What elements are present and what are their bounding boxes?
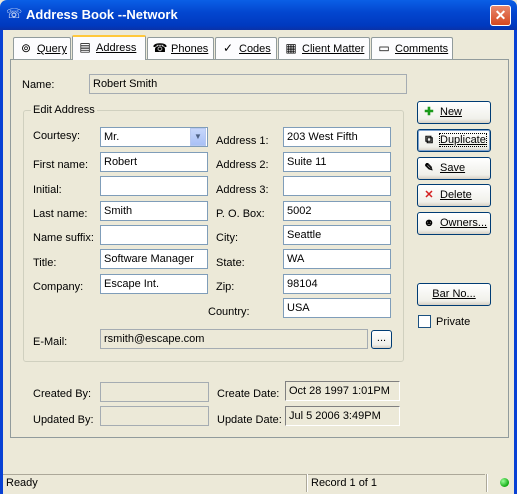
close-button[interactable]: ✕ — [490, 5, 511, 26]
window-title: Address Book --Network — [26, 7, 178, 22]
tab-client-matter[interactable]: ▦ Client Matter — [278, 37, 370, 59]
name-display: Robert Smith — [89, 74, 407, 94]
delete-button[interactable]: ✕ Delete — [417, 184, 491, 207]
tab-label: Query — [37, 43, 67, 55]
country-label: Country: — [208, 306, 250, 318]
owners-icon: ☻ — [423, 217, 435, 229]
city-label: City: — [216, 232, 238, 244]
name-label: Name: — [22, 79, 55, 91]
window-frame-left — [0, 30, 3, 494]
title-field[interactable]: Software Manager — [100, 249, 208, 269]
update-date-label: Update Date: — [217, 414, 282, 426]
country-field[interactable]: USA — [283, 298, 391, 318]
new-button[interactable]: ✚ New — [417, 101, 491, 124]
created-by-field — [100, 382, 209, 402]
address2-field[interactable]: Suite 11 — [283, 152, 391, 172]
updated-by-label: Updated By: — [33, 414, 94, 426]
address2-label: Address 2: — [216, 159, 269, 171]
tab-label: Comments — [395, 43, 449, 55]
owners-button-label: Owners... — [440, 217, 488, 229]
address1-label: Address 1: — [216, 135, 269, 147]
name-suffix-field[interactable] — [100, 225, 208, 245]
po-box-label: P. O. Box: — [216, 208, 265, 220]
tab-label: Address — [96, 42, 137, 54]
company-label: Company: — [33, 281, 84, 293]
checkmark-icon: ✓ — [222, 41, 234, 55]
duplicate-icon: ⧉ — [425, 134, 433, 146]
delete-x-icon: ✕ — [424, 189, 434, 201]
state-field[interactable]: WA — [283, 249, 391, 269]
initial-field[interactable] — [100, 176, 208, 196]
chevron-down-icon[interactable]: ▼ — [190, 128, 206, 146]
initial-label: Initial: — [33, 184, 62, 196]
address3-label: Address 3: — [216, 184, 269, 196]
new-button-label: New — [440, 106, 463, 118]
notepad-icon: ▭ — [378, 41, 390, 55]
status-divider — [486, 474, 488, 492]
bar-no-button[interactable]: Bar No... — [417, 283, 491, 306]
state-label: State: — [216, 257, 245, 269]
tab-label: Codes — [239, 43, 271, 55]
title-label: Title: — [33, 257, 57, 269]
email-label: E-Mail: — [33, 336, 68, 348]
create-date-label: Create Date: — [217, 388, 280, 400]
zip-label: Zip: — [216, 281, 235, 293]
bar-no-button-label: Bar No... — [432, 288, 476, 300]
last-name-field[interactable]: Smith — [100, 201, 208, 221]
owners-button[interactable]: ☻ Owners... — [417, 212, 491, 235]
status-record-count: Record 1 of 1 — [308, 474, 485, 492]
created-by-label: Created By: — [33, 388, 92, 400]
tab-address[interactable]: ▤ Address — [72, 35, 146, 60]
tab-label: Client Matter — [302, 43, 365, 55]
address3-field[interactable] — [283, 176, 391, 196]
address-card-icon: ▤ — [79, 40, 91, 54]
first-name-field[interactable]: Robert — [100, 152, 208, 172]
tab-comments[interactable]: ▭ Comments — [371, 37, 453, 59]
update-date-value: Jul 5 2006 3:49PM — [285, 406, 400, 426]
address1-field[interactable]: 203 West Fifth — [283, 127, 391, 147]
tab-codes[interactable]: ✓ Codes — [215, 37, 277, 59]
tab-query[interactable]: ⊚ Query — [13, 37, 71, 59]
first-name-label: First name: — [33, 159, 89, 171]
company-field[interactable]: Escape Int. — [100, 274, 208, 294]
status-text: Ready — [3, 474, 306, 492]
courtesy-label: Courtesy: — [33, 130, 81, 142]
duplicate-button[interactable]: ⧉ Duplicate — [417, 129, 491, 152]
last-name-label: Last name: — [33, 208, 88, 220]
private-label: Private — [436, 316, 471, 328]
save-button-label: Save — [440, 162, 466, 174]
binoculars-icon: ⊚ — [20, 41, 32, 55]
duplicate-button-label: Duplicate — [439, 133, 487, 147]
plus-icon: ✚ — [424, 106, 434, 118]
connection-status-icon — [500, 478, 509, 487]
name-suffix-label: Name suffix: — [33, 232, 94, 244]
courtesy-value: Mr. — [104, 131, 120, 143]
city-field[interactable]: Seattle — [283, 225, 391, 245]
file-cabinet-icon: ▦ — [285, 41, 297, 55]
updated-by-field — [100, 406, 209, 426]
delete-button-label: Delete — [440, 189, 472, 201]
telephone-icon: ☎ — [152, 41, 168, 55]
address-book-icon: ☏ — [6, 6, 23, 21]
tab-phones[interactable]: ☎ Phones — [147, 37, 214, 59]
private-checkbox[interactable] — [418, 315, 431, 328]
edit-address-legend: Edit Address — [31, 104, 97, 117]
zip-field[interactable]: 98104 — [283, 274, 391, 294]
create-date-value: Oct 28 1997 1:01PM — [285, 381, 400, 401]
email-browse-button[interactable]: ... — [371, 330, 392, 349]
email-field[interactable]: rsmith@escape.com — [100, 329, 368, 349]
save-button[interactable]: ✎ Save — [417, 157, 491, 180]
pencil-icon: ✎ — [424, 162, 434, 174]
tab-label: Phones — [171, 43, 209, 55]
po-box-field[interactable]: 5002 — [283, 201, 391, 221]
